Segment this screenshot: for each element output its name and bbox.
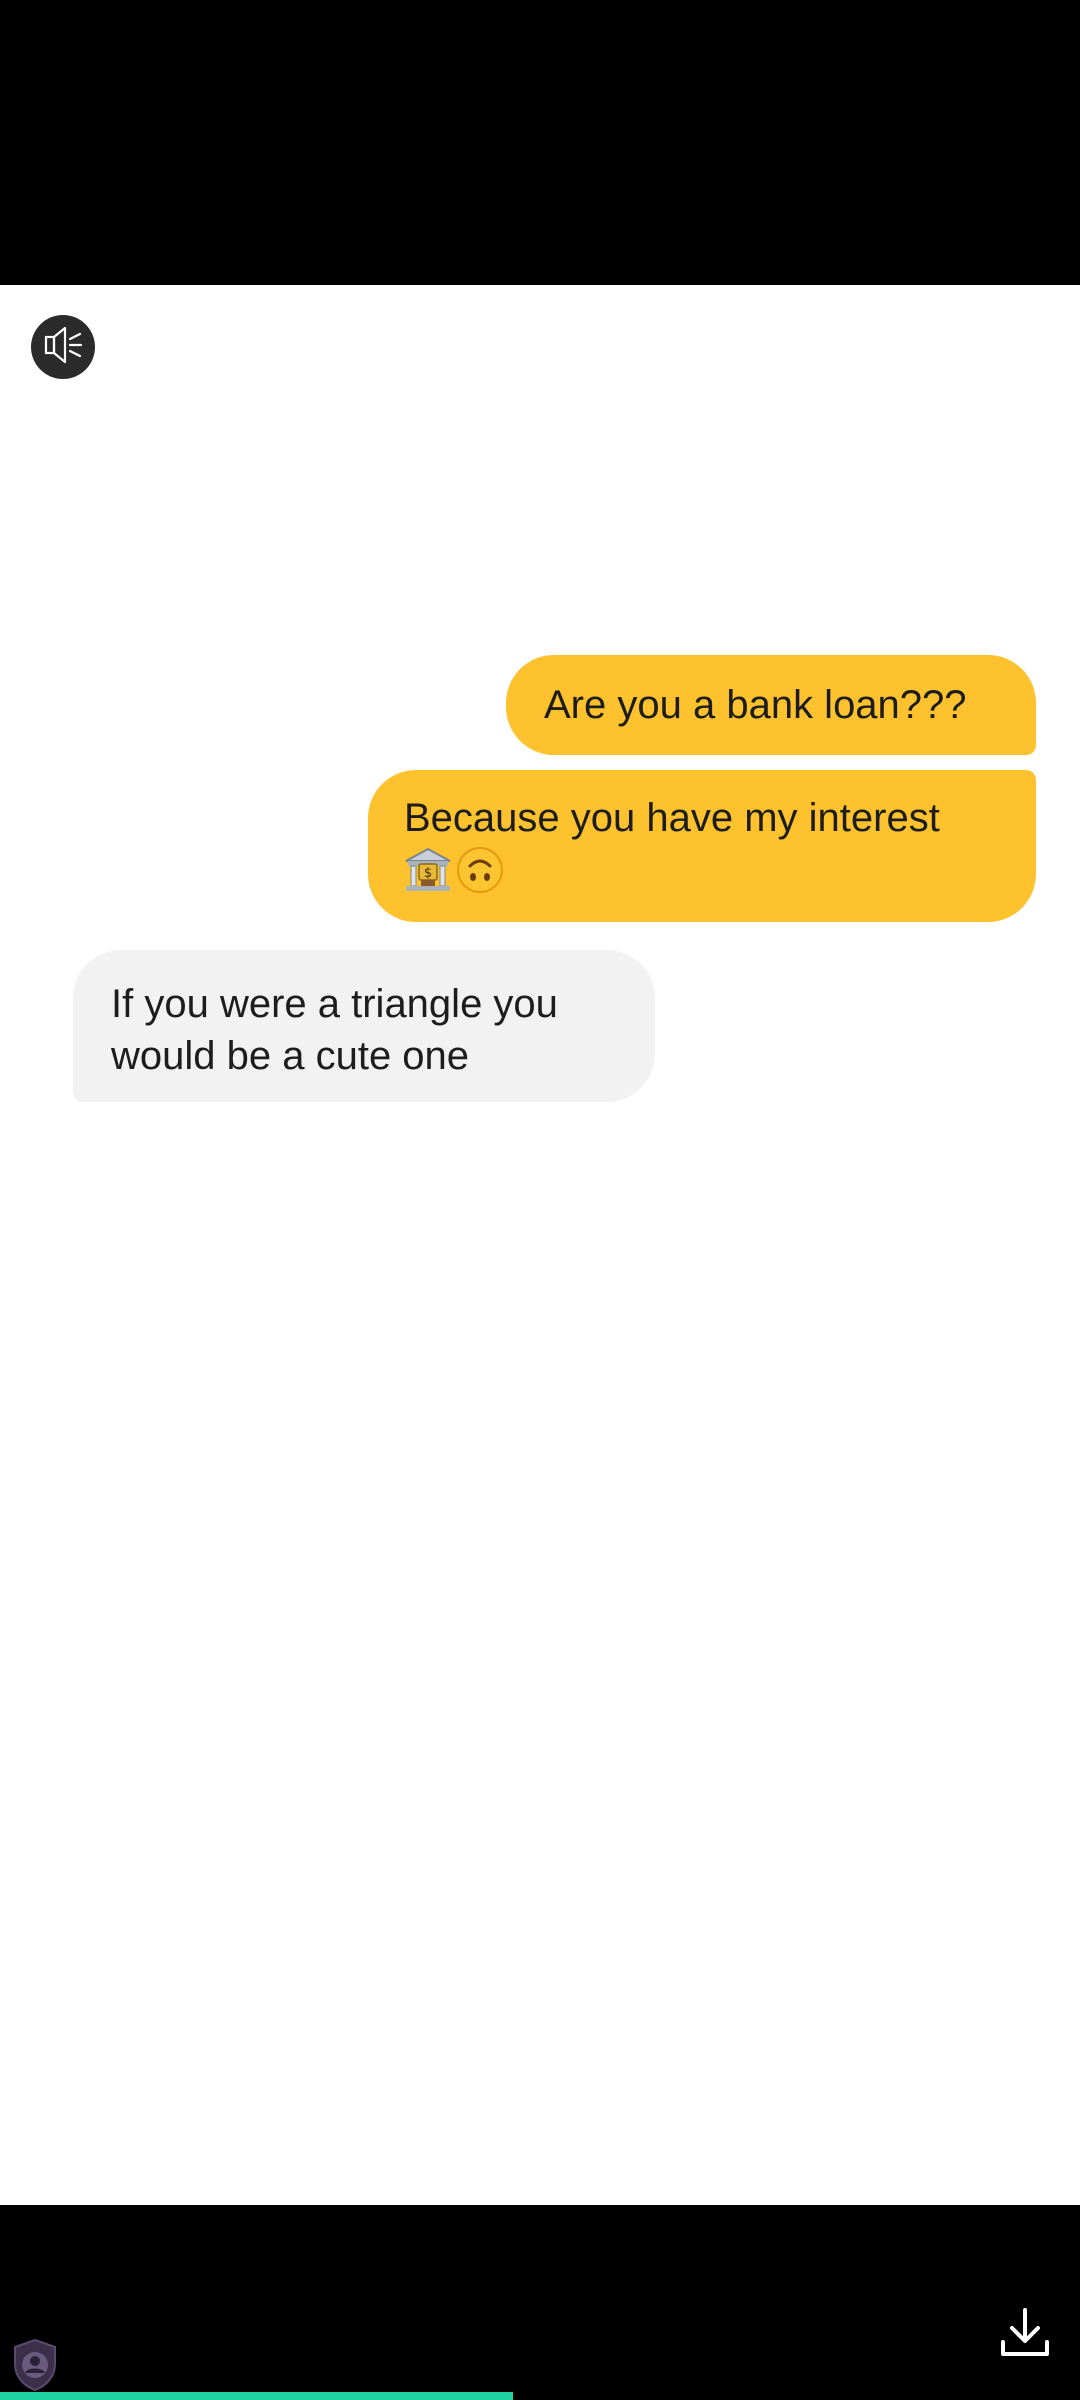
top-letterbox (0, 0, 1080, 285)
svg-text:$: $ (424, 866, 432, 881)
message-text: Because you have my interest (404, 796, 940, 840)
video-progress-bar[interactable] (0, 2392, 1080, 2400)
bottom-bar (0, 2205, 1080, 2400)
bank-icon: $ (404, 847, 452, 906)
message-bubble-outgoing: Are you a bank loan??? (506, 655, 1036, 755)
message-bubble-incoming: If you were a triangle you would be a cu… (73, 950, 655, 1102)
video-progress-fill (0, 2392, 513, 2400)
screen: Are you a bank loan??? Because you have … (0, 0, 1080, 2400)
speaker-muted-icon (41, 323, 85, 372)
download-button[interactable] (998, 2306, 1052, 2360)
upside-down-face-icon (456, 846, 504, 907)
download-icon (998, 2308, 1052, 2364)
emoji-row: $ (404, 846, 1006, 907)
privacy-shield-button[interactable] (12, 2338, 58, 2392)
mute-button[interactable] (31, 315, 95, 379)
message-text: Are you a bank loan??? (544, 683, 967, 727)
chat-screenshot: Are you a bank loan??? Because you have … (0, 285, 1080, 2205)
message-bubble-outgoing: Because you have my interest $ (368, 770, 1036, 922)
message-text: If you were a triangle you would be a cu… (111, 982, 558, 1078)
